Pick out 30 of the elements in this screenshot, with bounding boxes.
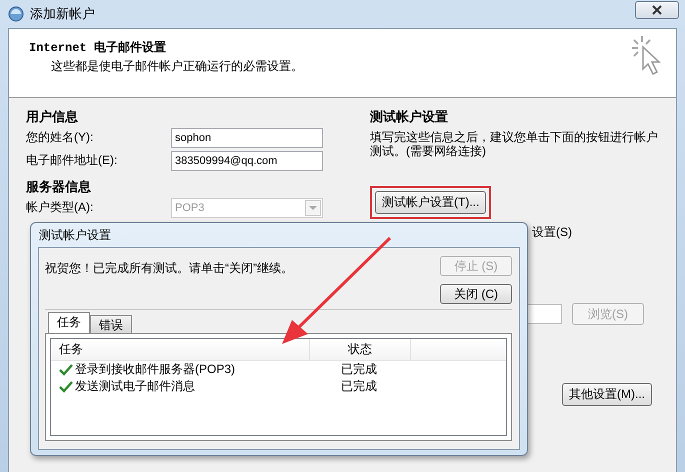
field-label: 帐户类型(A):	[26, 199, 94, 216]
field-label: 您的姓名(Y):	[26, 129, 94, 146]
section-heading: 用户信息	[26, 108, 79, 126]
task-status: 已完成	[340, 378, 378, 395]
column-header: 状态	[310, 339, 411, 360]
option-label: 设置(S)	[532, 224, 573, 241]
text-field[interactable]: sophon	[171, 128, 323, 148]
task-status: 已完成	[340, 361, 378, 378]
caret-icon	[308, 204, 318, 210]
dialog-title: 测试帐户设置	[38, 227, 112, 244]
status-message: 祝贺您！已完成所有测试。请单击“关闭”继续。	[45, 260, 293, 277]
field-label: 电子邮件地址(E):	[26, 152, 118, 169]
task-name: 发送测试电子邮件消息	[75, 378, 195, 395]
test-settings-button[interactable]: 测试帐户设置(T)...	[375, 191, 486, 214]
dialog-button[interactable]: 关闭 (C)	[440, 284, 512, 304]
more-settings-button[interactable]: 其他设置(M)...	[562, 383, 652, 406]
section-title: Internet 电子邮件设置	[29, 40, 167, 56]
section-heading: 测试帐户设置	[370, 108, 449, 126]
section-heading: 服务器信息	[26, 178, 92, 196]
tab[interactable]: 任务	[48, 312, 90, 333]
close-icon	[651, 4, 663, 16]
globe-icon	[8, 6, 24, 22]
cursor-click-icon	[630, 34, 664, 76]
description-text: 填写完这些信息之后，建议您单击下面的按钮进行帐户测试。(需要网络连接)	[370, 130, 659, 158]
close-button[interactable]	[635, 1, 679, 19]
section-subtitle: 这些都是使电子邮件帐户正确运行的必需设置。	[50, 58, 303, 75]
text-field[interactable]: 383509994@qq.com	[171, 150, 323, 170]
tab[interactable]: 错误	[90, 315, 132, 333]
window-title: 添加新帐户	[30, 5, 96, 23]
task-name: 登录到接收邮件服务器(POP3)	[75, 361, 236, 378]
